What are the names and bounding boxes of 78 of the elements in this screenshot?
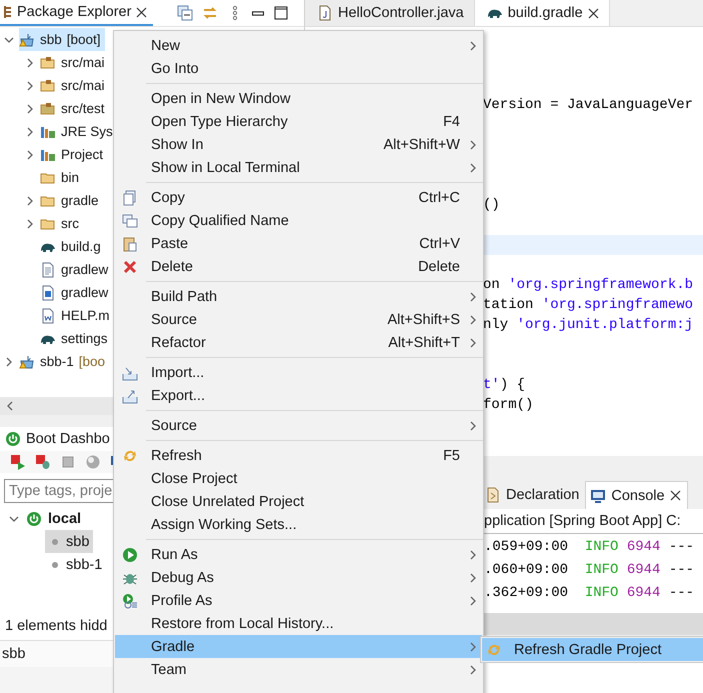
- monitor-icon: [590, 488, 606, 504]
- code-line: (): [483, 197, 500, 213]
- menu-item[interactable]: Close Unrelated Project: [115, 490, 482, 513]
- tree-item[interactable]: sbb-1 [boo: [19, 350, 110, 373]
- profile-icon: [122, 592, 138, 608]
- start-icon: [10, 454, 26, 470]
- view-tab[interactable]: Declaration: [481, 481, 586, 509]
- delete-icon: [122, 258, 138, 274]
- link-icon: [202, 5, 218, 21]
- tree-item[interactable]: sbb [boot]: [19, 28, 105, 51]
- code-line: form(): [483, 397, 534, 413]
- view-title: Boot Dashbo: [26, 431, 110, 447]
- menu-item[interactable]: Gradle: [115, 635, 482, 658]
- export-icon: [122, 388, 138, 404]
- copy-icon: [122, 190, 138, 206]
- code-line: Version = JavaLanguageVer: [483, 97, 694, 113]
- menu-item[interactable]: Debug As: [115, 566, 482, 589]
- paste-icon: [122, 236, 138, 252]
- tree-item[interactable]: gradlew: [40, 281, 112, 304]
- project-icon: [19, 354, 35, 370]
- log-line: .060+09:00 INFO 6944 ---: [484, 562, 694, 578]
- log-line: .362+09:00 INFO 6944 ---: [484, 585, 694, 601]
- log-line: .059+09:00 INFO 6944 ---: [484, 539, 694, 555]
- package-icon: [4, 5, 12, 19]
- view-tab[interactable]: Console: [585, 481, 688, 509]
- status-text: sbb: [2, 646, 26, 662]
- tree-item[interactable]: JRE Sys: [40, 120, 117, 143]
- package-folder-icon: [40, 54, 56, 70]
- power-icon: [5, 431, 21, 447]
- declaration-icon: [485, 487, 501, 503]
- text-file-icon: [40, 262, 56, 278]
- tree-item[interactable]: src/mai: [40, 51, 108, 74]
- editor-tab[interactable]: build.gradle: [474, 0, 610, 26]
- menu-item[interactable]: Team: [115, 658, 482, 681]
- run-icon: [122, 546, 138, 562]
- app-item[interactable]: sbb-1: [45, 553, 106, 576]
- app-item[interactable]: sbb: [45, 530, 94, 553]
- code-line: on 'org.springframework.b: [483, 277, 694, 293]
- tree-item[interactable]: src: [40, 212, 83, 235]
- hidden-count-text: 1 elements hidd: [5, 618, 108, 634]
- menu-item[interactable]: Restore from Local History...: [115, 612, 482, 635]
- editor-tab[interactable]: HelloController.java: [305, 0, 475, 26]
- menu-item[interactable]: Refresh Gradle Project: [482, 638, 703, 661]
- code-line: nly 'org.junit.platform:j: [483, 317, 694, 333]
- collapse-all-icon: [177, 5, 194, 21]
- maximize-icon: [273, 5, 290, 21]
- tree-item[interactable]: gradle: [40, 189, 103, 212]
- globe-icon: [85, 454, 101, 470]
- console-header: pplication [Spring Boot App] C:: [484, 513, 681, 529]
- minimize-icon: [252, 10, 264, 16]
- tree-item[interactable]: bin: [40, 166, 84, 189]
- close-icon[interactable]: [670, 490, 681, 501]
- tree-item[interactable]: settings: [40, 327, 112, 350]
- tree-item[interactable]: build.g: [40, 235, 105, 258]
- menu-item[interactable]: Run As: [115, 543, 482, 566]
- tree-item[interactable]: Project: [40, 143, 108, 166]
- project-icon: [19, 32, 35, 48]
- java-file-icon: [317, 5, 333, 21]
- package-folder-icon: [40, 78, 56, 94]
- menu-item[interactable]: Assign Working Sets...: [115, 513, 482, 536]
- tree-item[interactable]: HELP.m: [40, 304, 114, 327]
- copy-icon: [122, 212, 138, 228]
- window-file-icon: [40, 284, 56, 300]
- word-file-icon: [40, 308, 56, 324]
- power-icon: [26, 510, 42, 526]
- close-icon[interactable]: [588, 8, 599, 18]
- menu-item[interactable]: Close Project: [115, 467, 482, 490]
- tree-item[interactable]: gradlew: [40, 258, 112, 281]
- stop-icon: [60, 454, 76, 470]
- tree-item[interactable]: src/mai: [40, 74, 108, 97]
- package-folder-icon: [40, 100, 56, 116]
- code-line: t') {: [483, 377, 526, 393]
- close-icon[interactable]: [136, 6, 148, 18]
- tree-item[interactable]: src/test: [40, 97, 109, 120]
- debug-start-icon: [35, 454, 51, 470]
- code-line: tation 'org.springframewo: [483, 297, 694, 313]
- group-label[interactable]: local: [48, 510, 82, 526]
- menu-item[interactable]: Profile As: [115, 589, 482, 612]
